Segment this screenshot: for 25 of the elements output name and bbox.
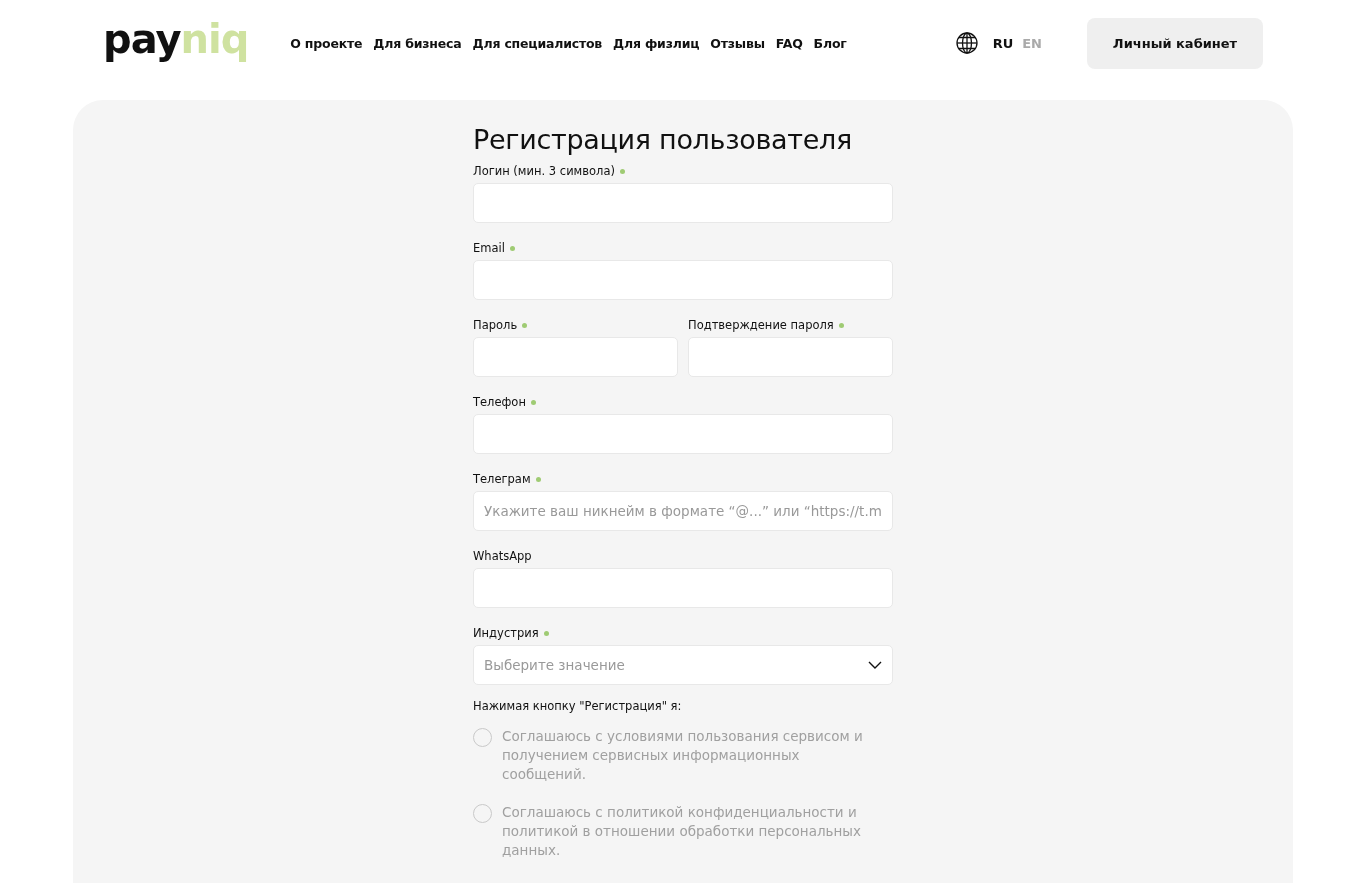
nav-link[interactable]: О проекте (290, 35, 363, 51)
nav-link[interactable]: Для физлиц (613, 35, 700, 51)
nav-link[interactable]: Отзывы (710, 35, 765, 51)
field-label: Пароль (473, 319, 518, 331)
language-option[interactable]: RU (992, 35, 1014, 51)
globe-icon[interactable] (955, 32, 978, 54)
field-label: Подтверждение пароля (688, 319, 834, 331)
logo[interactable]: payniq (103, 16, 249, 62)
field-label: Индустрия (473, 627, 539, 639)
nav-link[interactable]: Блог (813, 35, 847, 51)
nav-link[interactable]: FAQ (775, 35, 803, 51)
nav-link[interactable]: Для специалистов (472, 35, 603, 51)
field-label: Логин (мин. 3 символа) (473, 165, 615, 177)
field-label: Телеграм (473, 473, 531, 485)
field-label: Телефон (473, 396, 526, 408)
chevron-down-icon (868, 661, 882, 669)
page-title: Регистрация пользователя (473, 124, 853, 155)
consent-intro: Нажимая кнопку "Регистрация" я: (473, 699, 683, 713)
field-label: Email (473, 242, 505, 254)
account-button[interactable]: Личный кабинет (1087, 17, 1263, 69)
consent-text: Соглашаюсь с условиями пользования сервисом и получением сервисных информационных сообщений. (502, 727, 864, 784)
field-label: WhatsApp (473, 550, 532, 562)
consent-text: Соглашаюсь с политикой конфиденциальности и политикой в отношении обработки персональных данных. (502, 803, 863, 860)
nav-link[interactable]: Для бизнеса (373, 35, 462, 51)
input-field[interactable]: Укажите ваш никнейм в формате “@...” или “https://t.m (473, 491, 893, 531)
